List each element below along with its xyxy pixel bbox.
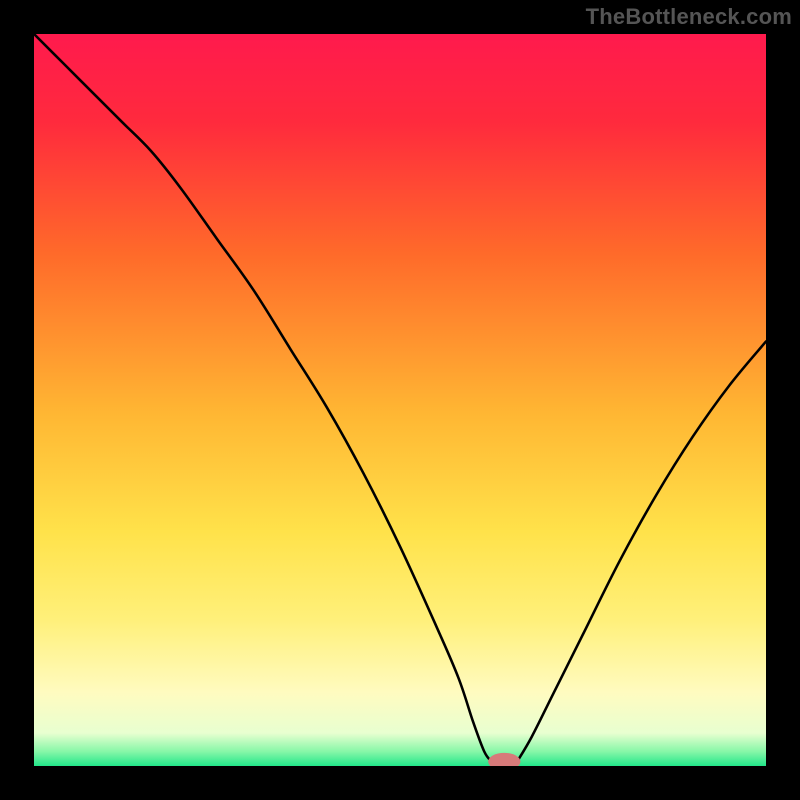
- watermark-text: TheBottleneck.com: [586, 4, 792, 30]
- chart-container: TheBottleneck.com: [0, 0, 800, 800]
- plot-area: [34, 34, 766, 766]
- chart-svg: [34, 34, 766, 766]
